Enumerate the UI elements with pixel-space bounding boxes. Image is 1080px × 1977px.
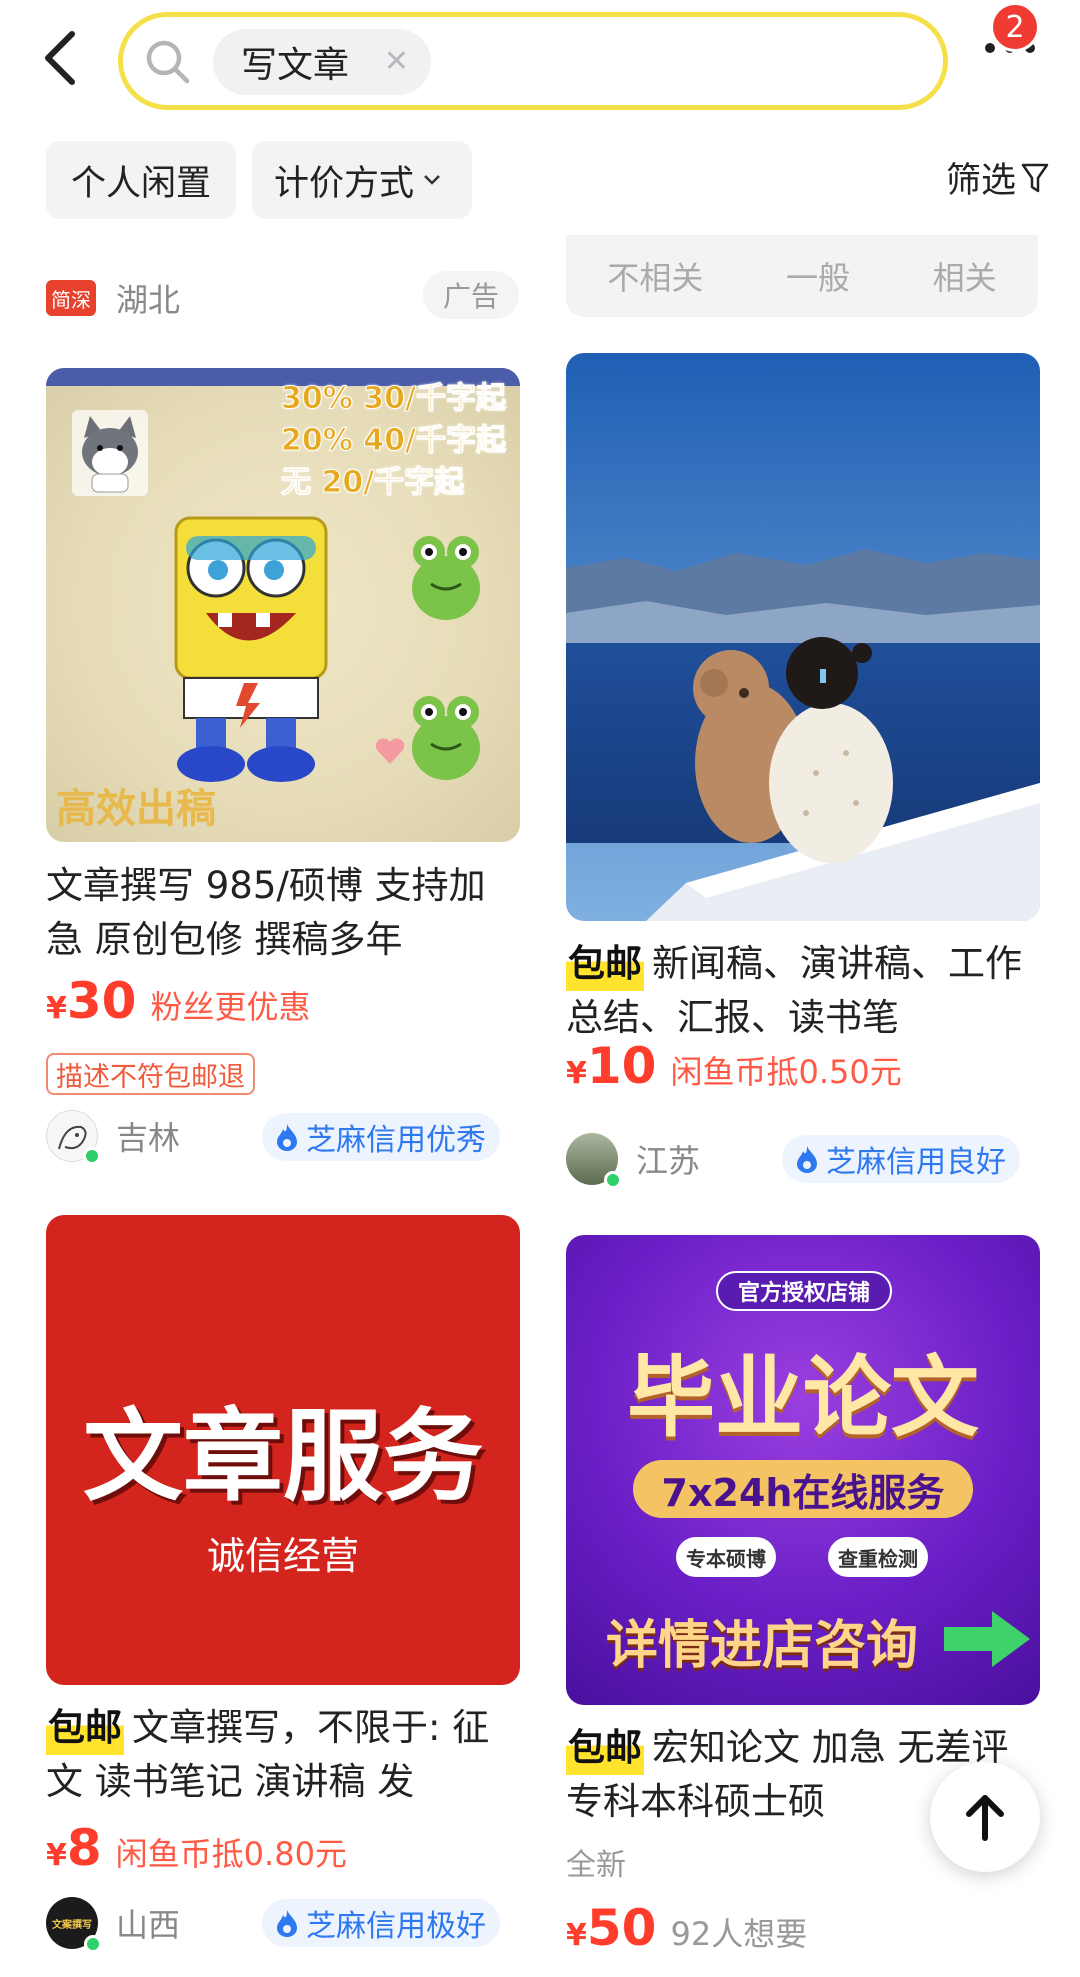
credit-badge: 芝麻信用优秀 bbox=[262, 1113, 500, 1161]
online-status-dot bbox=[84, 1935, 102, 1953]
flame-icon bbox=[277, 1910, 297, 1937]
heart-icon bbox=[375, 738, 405, 764]
free-shipping-tag: 包邮 bbox=[46, 1701, 124, 1755]
arrow-right-icon bbox=[944, 1611, 1030, 1667]
frog-sticker-icon bbox=[412, 696, 480, 780]
relevance-feedback: 不相关 一般 相关 bbox=[566, 235, 1038, 317]
relevance-relevant[interactable]: 相关 bbox=[933, 253, 997, 299]
image-chip: 查重检测 bbox=[828, 1537, 928, 1577]
price-value: 10 bbox=[586, 1037, 657, 1095]
image-headline: 毕业论文 bbox=[626, 1346, 979, 1449]
credit-text: 芝麻信用极好 bbox=[306, 1909, 486, 1944]
flame-icon bbox=[797, 1146, 817, 1173]
search-icon bbox=[146, 40, 190, 84]
credit-badge: 芝麻信用良好 bbox=[782, 1135, 1020, 1183]
image-chip: 专本硕博 bbox=[676, 1537, 776, 1577]
image-cta: 详情进店咨询 bbox=[606, 1616, 919, 1676]
price-symbol: ¥ bbox=[566, 1918, 587, 1953]
search-box[interactable]: 写文章 ✕ bbox=[118, 12, 948, 110]
avatar[interactable] bbox=[566, 1133, 622, 1189]
product-image[interactable]: 文章服务 诚信经营 bbox=[46, 1215, 520, 1685]
credit-text: 芝麻信用良好 bbox=[826, 1145, 1006, 1180]
seller-location: 江苏 bbox=[636, 1142, 701, 1180]
image-headline: 文章服务 bbox=[83, 1398, 483, 1515]
product-feed: 简深 湖北 广告 不相关 一般 相关 30% 30/千字起 20% 40/千字起… bbox=[0, 235, 1080, 1977]
filter-bar: 个人闲置 计价方式 筛选 bbox=[0, 130, 1080, 235]
credit-badge: 芝麻信用极好 bbox=[262, 1899, 500, 1947]
pricing-overlay: 30% 30/千字起 20% 40/千字起 无 20/千字起 bbox=[281, 378, 507, 504]
price-row: ¥ 8 闲鱼币抵0.80元 bbox=[46, 1819, 347, 1877]
price-symbol: ¥ bbox=[566, 1056, 587, 1091]
item-condition: 全新 bbox=[566, 1848, 626, 1883]
back-button[interactable] bbox=[40, 28, 100, 98]
price-extra: 闲鱼币抵0.80元 bbox=[115, 1835, 347, 1873]
image-top-badge: 官方授权店铺 bbox=[716, 1271, 892, 1311]
avatar[interactable] bbox=[46, 1110, 101, 1165]
price-row: ¥ 10 闲鱼币抵0.50元 bbox=[566, 1037, 902, 1095]
pricing-line: 20% 40/千字起 bbox=[281, 423, 507, 459]
price-row: ¥ 50 92人想要 bbox=[566, 1899, 807, 1957]
seller-row: 文案撰写 山西 bbox=[46, 1897, 181, 1953]
filter-personal-idle[interactable]: 个人闲置 bbox=[46, 141, 236, 219]
filter-label: 筛选 bbox=[945, 161, 1016, 201]
product-image[interactable]: 官方授权店铺 毕业论文 7x24h在线服务 专本硕博 查重检测 详情进店咨询 bbox=[566, 1235, 1040, 1705]
free-shipping-tag: 包邮 bbox=[566, 937, 644, 991]
location-text: 湖北 bbox=[116, 281, 181, 319]
credit-text: 芝麻信用优秀 bbox=[306, 1123, 486, 1158]
product-title[interactable]: 文章撰写 985/硕博 支持加急 原创包修 撰稿多年 bbox=[46, 859, 521, 967]
want-count: 92人想要 bbox=[670, 1915, 808, 1953]
relevance-neutral[interactable]: 一般 bbox=[786, 253, 850, 299]
arrow-up-icon bbox=[966, 1795, 1004, 1841]
filter-pricing-method[interactable]: 计价方式 bbox=[252, 141, 472, 219]
product-image[interactable] bbox=[566, 353, 1040, 921]
free-shipping-tag: 包邮 bbox=[566, 1721, 644, 1775]
clear-keyword-icon[interactable]: ✕ bbox=[384, 47, 409, 77]
avatar[interactable]: 文案撰写 bbox=[46, 1897, 102, 1953]
notification-badge: 2 bbox=[990, 2, 1040, 52]
price-extra: 闲鱼币抵0.50元 bbox=[670, 1053, 902, 1091]
cat-sticker-icon bbox=[72, 410, 148, 496]
pricing-line: 30% 30/千字起 bbox=[281, 381, 507, 417]
image-subline: 诚信经营 bbox=[206, 1534, 359, 1578]
filter-pricing-label: 计价方式 bbox=[274, 163, 415, 204]
price-symbol: ¥ bbox=[46, 991, 67, 1026]
partial-card-location: 简深 湖北 bbox=[46, 275, 180, 321]
price-row: ¥ 30 粉丝更优惠 bbox=[46, 972, 310, 1030]
sponge-character-icon bbox=[174, 516, 328, 782]
seller-location: 山西 bbox=[116, 1906, 181, 1944]
price-extra: 粉丝更优惠 bbox=[150, 988, 311, 1026]
top-bar: 写文章 ✕ 2 bbox=[0, 0, 1080, 130]
relevance-not-relevant[interactable]: 不相关 bbox=[607, 253, 703, 299]
filter-button[interactable]: 筛选 bbox=[946, 152, 1050, 203]
seller-row: 吉林 bbox=[46, 1110, 181, 1165]
ad-label: 广告 bbox=[423, 271, 519, 319]
funnel-icon bbox=[1021, 163, 1049, 192]
chevron-down-icon bbox=[424, 175, 440, 185]
online-status-dot bbox=[83, 1147, 101, 1165]
price-value: 50 bbox=[586, 1899, 657, 1957]
seller-row: 江苏 bbox=[566, 1133, 701, 1189]
search-keyword: 写文章 bbox=[241, 45, 350, 86]
image-caption: 高效出稿 bbox=[56, 786, 216, 832]
search-keyword-chip[interactable]: 写文章 ✕ bbox=[213, 29, 431, 95]
seller-location: 吉林 bbox=[116, 1119, 181, 1157]
lake-photo bbox=[566, 353, 1040, 921]
product-title[interactable]: 包邮 文章撰写，不限于: 征文 读书笔记 演讲稿 发 bbox=[46, 1701, 521, 1809]
avatar-text: 文案撰写 bbox=[52, 1919, 92, 1931]
product-image[interactable]: 30% 30/千字起 20% 40/千字起 无 20/千字起 高效出稿 bbox=[46, 368, 520, 842]
image-service-line: 7x24h在线服务 bbox=[633, 1460, 973, 1518]
product-title[interactable]: 包邮 新闻稿、演讲稿、工作总结、汇报、读书笔 bbox=[566, 937, 1041, 1045]
frog-sticker-icon bbox=[412, 536, 480, 620]
service-promise-tag: 描述不符包邮退 bbox=[46, 1053, 255, 1095]
scroll-to-top-button[interactable] bbox=[930, 1762, 1040, 1872]
price-value: 30 bbox=[66, 972, 137, 1030]
online-status-dot bbox=[604, 1171, 622, 1189]
back-arrow-icon bbox=[45, 31, 75, 85]
price-value: 8 bbox=[66, 1819, 102, 1877]
location-tag: 简深 bbox=[46, 280, 96, 316]
flame-icon bbox=[277, 1124, 297, 1151]
price-symbol: ¥ bbox=[46, 1838, 67, 1873]
